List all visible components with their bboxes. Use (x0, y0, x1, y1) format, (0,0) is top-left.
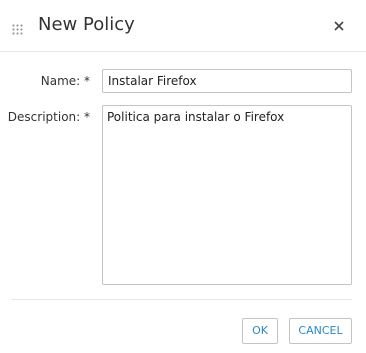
dialog-header: New Policy (0, 0, 366, 52)
new-policy-dialog: New Policy Name: * Description: * Politi… (0, 0, 366, 353)
dialog-title: New Policy (38, 14, 135, 35)
ok-button[interactable]: OK (242, 318, 278, 344)
name-label: Name: * (40, 74, 90, 88)
description-textarea[interactable]: Politica para instalar o Firefox (102, 105, 352, 285)
close-icon[interactable] (329, 16, 349, 36)
drag-grip-icon[interactable] (12, 20, 23, 35)
name-input[interactable] (102, 69, 352, 93)
cancel-button[interactable]: CANCEL (289, 318, 352, 344)
footer-divider (12, 299, 352, 300)
description-label: Description: * (7, 110, 90, 124)
